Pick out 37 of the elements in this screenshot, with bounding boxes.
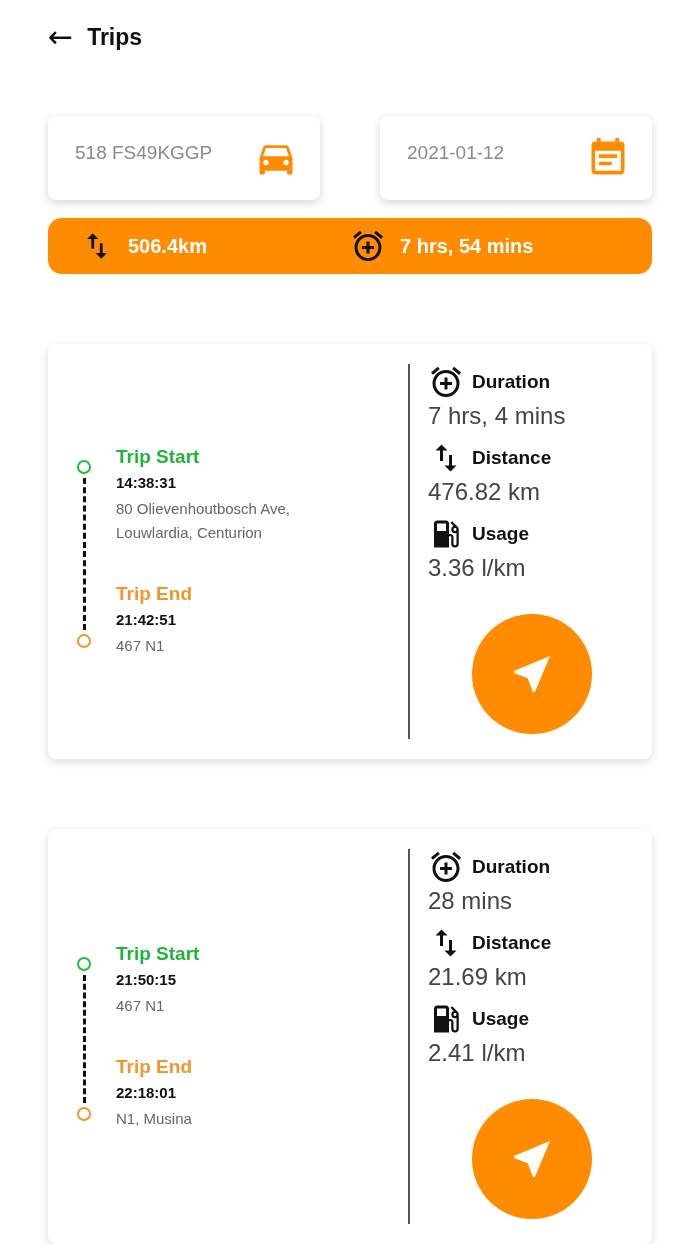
- page-title: Trips: [87, 23, 143, 51]
- stop-time: 21:42:51: [116, 610, 178, 628]
- vehicle-field[interactable]: 518 FS49KGGP: [48, 116, 320, 200]
- stat-label: Usage: [472, 1008, 530, 1030]
- stop-label: Trip Start: [116, 445, 201, 468]
- alarm-clock-icon: [428, 849, 464, 885]
- stat-value: 3.36 l/km: [428, 554, 527, 582]
- stop-address: N1, Musina: [116, 1108, 193, 1129]
- stop-time: 21:50:15: [116, 970, 178, 988]
- stat-label: Duration: [472, 856, 551, 878]
- stat-value: 2.41 l/km: [428, 1039, 527, 1067]
- start-dot: [77, 956, 91, 971]
- start-dot: [77, 459, 91, 474]
- date-field[interactable]: 2021-01-12: [380, 116, 652, 200]
- stop-label: Trip End: [116, 1055, 193, 1078]
- total-duration: 7 hrs, 54 mins: [400, 234, 534, 258]
- stop-address: 80 Olievenhoutbosch Ave, Louwlardia, Centurion: [116, 498, 292, 543]
- alarm-clock-icon: [350, 228, 386, 264]
- alarm-clock-icon: [428, 364, 464, 400]
- stat-value: 476.82 km: [428, 478, 542, 506]
- end-dot: [77, 633, 91, 648]
- back-button[interactable]: ←: [48, 22, 74, 52]
- stat-value: 21.69 km: [428, 963, 528, 991]
- stop-address: 467 N1: [116, 635, 166, 656]
- stat-value: 7 hrs, 4 mins: [428, 402, 567, 430]
- end-dot: [77, 1106, 91, 1121]
- stop-time: 22:18:01: [116, 1083, 178, 1101]
- stop-label: Trip End: [116, 582, 193, 605]
- stop-label: Trip Start: [116, 942, 201, 965]
- stat-label: Duration: [472, 371, 551, 393]
- stop-time: 14:38:31: [116, 473, 178, 491]
- stat-label: Distance: [472, 932, 552, 954]
- stop-address: 467 N1: [116, 995, 166, 1016]
- stat-label: Usage: [472, 523, 530, 545]
- stat-label: Distance: [472, 447, 552, 469]
- stat-value: 28 mins: [428, 887, 514, 915]
- total-distance: 506.4km: [128, 234, 207, 258]
